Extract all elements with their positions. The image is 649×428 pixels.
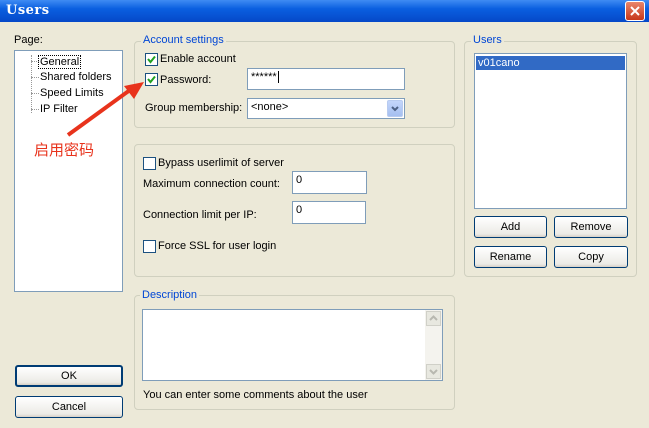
user-list-item[interactable]: v01cano xyxy=(476,56,625,70)
account-settings-legend: Account settings xyxy=(141,34,226,46)
close-button[interactable] xyxy=(625,1,645,21)
annotation-text: 启用密码 xyxy=(34,141,95,159)
force-ssl-label[interactable]: Force SSL for user login xyxy=(158,240,276,252)
max-connection-value: 0 xyxy=(296,174,303,186)
chevron-down-icon xyxy=(391,106,399,112)
max-connection-label: Maximum connection count: xyxy=(143,178,280,190)
tree-branch xyxy=(31,93,39,94)
chevron-down-icon xyxy=(429,369,438,375)
tree-connector xyxy=(31,55,32,113)
ok-button[interactable]: OK xyxy=(15,365,123,387)
description-scrollbar[interactable] xyxy=(425,310,442,380)
group-membership-label: Group membership: xyxy=(145,102,243,114)
tree-branch xyxy=(31,109,39,110)
add-user-button[interactable]: Add xyxy=(474,216,547,238)
rename-user-button[interactable]: Rename xyxy=(474,246,547,268)
title-bar[interactable]: Users xyxy=(0,0,649,22)
conn-per-ip-label: Connection limit per IP: xyxy=(143,209,257,221)
bypass-userlimit-label[interactable]: Bypass userlimit of server xyxy=(158,157,284,169)
password-value: ****** xyxy=(251,71,277,83)
description-hint: You can enter some comments about the us… xyxy=(143,389,368,401)
bypass-userlimit-checkbox[interactable] xyxy=(143,157,156,170)
page-label: Page: xyxy=(14,34,43,46)
check-icon xyxy=(147,55,156,64)
group-membership-select[interactable]: <none> xyxy=(247,98,405,119)
dropdown-button[interactable] xyxy=(387,100,403,117)
tree-item-general[interactable]: General xyxy=(38,55,82,69)
users-legend: Users xyxy=(471,34,504,46)
password-field[interactable]: ****** xyxy=(247,68,405,90)
scroll-up-button[interactable] xyxy=(426,311,441,326)
group-membership-value: <none> xyxy=(251,101,289,113)
tree-branch xyxy=(31,77,39,78)
cancel-button[interactable]: Cancel xyxy=(15,396,123,418)
chevron-up-icon xyxy=(429,315,438,321)
conn-per-ip-field[interactable]: 0 xyxy=(292,201,366,224)
users-list[interactable]: v01cano xyxy=(474,53,627,209)
password-label[interactable]: Password: xyxy=(160,74,211,86)
remove-user-button[interactable]: Remove xyxy=(554,216,628,238)
text-cursor xyxy=(277,71,279,83)
copy-user-button[interactable]: Copy xyxy=(554,246,628,268)
description-textarea[interactable] xyxy=(142,309,443,381)
force-ssl-checkbox[interactable] xyxy=(143,240,156,253)
scroll-down-button[interactable] xyxy=(426,364,441,379)
annotation-arrow-icon xyxy=(66,82,144,137)
enable-account-checkbox[interactable] xyxy=(145,53,158,66)
description-legend: Description xyxy=(140,289,200,301)
enable-account-label[interactable]: Enable account xyxy=(160,53,236,65)
max-connection-field[interactable]: 0 xyxy=(292,171,367,194)
conn-per-ip-value: 0 xyxy=(296,204,303,216)
window-title: Users xyxy=(6,3,50,18)
